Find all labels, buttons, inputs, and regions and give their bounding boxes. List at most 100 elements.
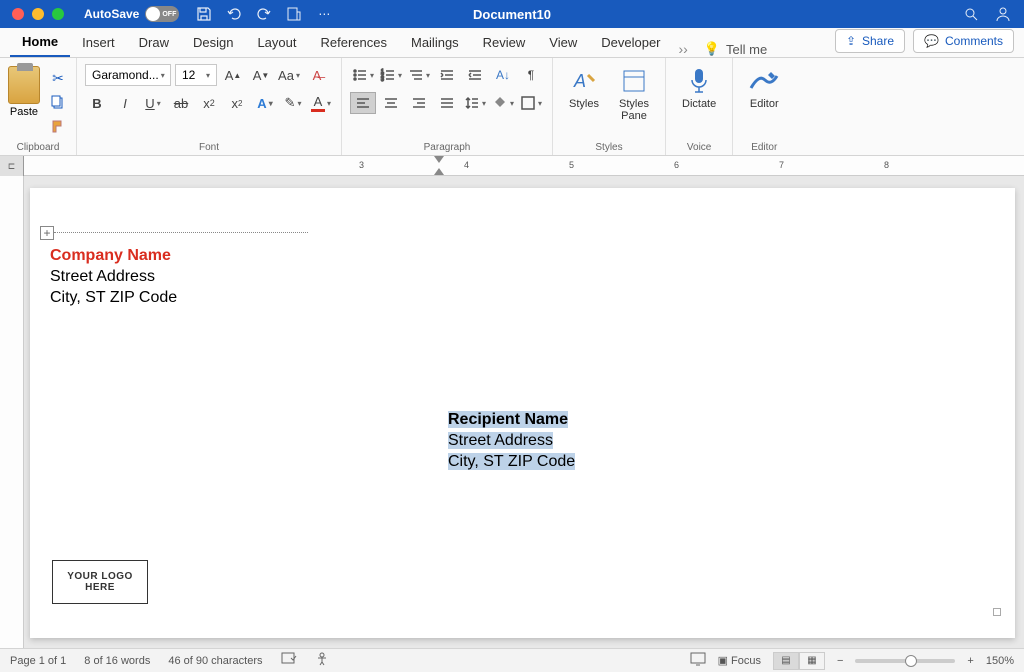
recipient-street[interactable]: Street Address xyxy=(448,432,553,449)
display-settings-icon[interactable] xyxy=(690,652,706,669)
close-window[interactable] xyxy=(12,8,24,20)
zoom-in-icon[interactable]: + xyxy=(967,655,973,667)
change-case-icon[interactable]: Aa▾ xyxy=(277,64,301,86)
save-icon[interactable] xyxy=(195,5,213,23)
quick-access-toolbar: ⋯ xyxy=(195,5,333,23)
sender-company[interactable]: Company Name xyxy=(50,246,177,267)
status-chars[interactable]: 46 of 90 characters xyxy=(168,655,262,667)
subscript-button[interactable]: x2 xyxy=(197,92,221,114)
tab-review[interactable]: Review xyxy=(471,28,538,57)
more-icon[interactable]: ⋯ xyxy=(315,5,333,23)
status-page[interactable]: Page 1 of 1 xyxy=(10,655,66,667)
italic-button[interactable]: I xyxy=(113,92,137,114)
align-left-icon[interactable] xyxy=(350,92,376,114)
spellcheck-icon[interactable] xyxy=(281,652,297,669)
first-line-indent-marker[interactable] xyxy=(434,156,444,163)
align-center-icon[interactable] xyxy=(378,92,404,114)
group-label: Voice xyxy=(666,142,732,153)
zoom-thumb[interactable] xyxy=(905,655,917,667)
font-color-icon[interactable]: A▾ xyxy=(309,92,333,114)
recipient-name[interactable]: Recipient Name xyxy=(448,411,568,428)
zoom-level[interactable]: 150% xyxy=(986,655,1014,667)
show-marks-icon[interactable]: ¶ xyxy=(518,64,544,86)
borders-icon[interactable]: ▾ xyxy=(518,92,544,114)
justify-icon[interactable] xyxy=(434,92,460,114)
maximize-window[interactable] xyxy=(52,8,64,20)
line-spacing-icon[interactable]: ▾ xyxy=(462,92,488,114)
tab-view[interactable]: View xyxy=(537,28,589,57)
copy-icon[interactable] xyxy=(48,92,68,112)
focus-button[interactable]: ▣ Focus xyxy=(718,654,761,667)
tab-overflow[interactable]: ›› xyxy=(673,41,694,57)
comments-button[interactable]: 💬 Comments xyxy=(913,29,1014,53)
font-name-select[interactable]: Garamond...▾ xyxy=(85,64,171,86)
styles-button[interactable]: A Styles xyxy=(561,62,607,114)
tab-insert[interactable]: Insert xyxy=(70,28,127,57)
superscript-button[interactable]: x2 xyxy=(225,92,249,114)
editor-button[interactable]: Editor xyxy=(741,62,787,114)
numbering-icon[interactable]: 123▾ xyxy=(378,64,404,86)
autosave[interactable]: AutoSave OFF xyxy=(84,6,179,22)
print-layout-view[interactable]: ▤ xyxy=(773,652,799,670)
recipient-city[interactable]: City, ST ZIP Code xyxy=(448,453,575,470)
account-icon[interactable] xyxy=(994,5,1012,23)
vertical-ruler[interactable] xyxy=(0,176,24,648)
share-button[interactable]: ⇪ Share xyxy=(835,29,905,53)
sender-block[interactable]: Company Name Street Address City, ST ZIP… xyxy=(50,246,177,308)
tab-mailings[interactable]: Mailings xyxy=(399,28,471,57)
bold-button[interactable]: B xyxy=(85,92,109,114)
sender-street[interactable]: Street Address xyxy=(50,267,177,288)
cut-icon[interactable]: ✂ xyxy=(48,68,68,88)
font-size-select[interactable]: 12▾ xyxy=(175,64,217,86)
grow-font-icon[interactable]: A▲ xyxy=(221,64,245,86)
ruler-tick: 4 xyxy=(464,160,469,170)
tab-draw[interactable]: Draw xyxy=(127,28,181,57)
dictate-button[interactable]: Dictate xyxy=(674,62,724,114)
tab-references[interactable]: References xyxy=(309,28,399,57)
sender-city[interactable]: City, ST ZIP Code xyxy=(50,288,177,309)
clear-format-icon[interactable]: A̶ xyxy=(305,64,329,86)
tab-developer[interactable]: Developer xyxy=(589,28,672,57)
strikethrough-button[interactable]: ab xyxy=(169,92,193,114)
ruler-scale[interactable]: 3 4 5 6 7 8 xyxy=(24,156,1024,176)
share-icon: ⇪ xyxy=(846,34,856,48)
tab-home[interactable]: Home xyxy=(10,28,70,57)
paste-button[interactable]: Paste xyxy=(8,62,40,118)
styles-pane-button[interactable]: Styles Pane xyxy=(611,62,657,126)
autosave-toggle[interactable]: OFF xyxy=(145,6,179,22)
section-end-marker xyxy=(993,608,1001,616)
shading-icon[interactable]: ▾ xyxy=(490,92,516,114)
status-words[interactable]: 8 of 16 words xyxy=(84,655,150,667)
highlight-icon[interactable]: ✎▾ xyxy=(281,92,305,114)
page[interactable]: + Company Name Street Address City, ST Z… xyxy=(30,188,1015,638)
titlebar: AutoSave OFF ⋯ Document10 xyxy=(0,0,1024,28)
increase-indent-icon[interactable] xyxy=(462,64,488,86)
zoom-slider[interactable] xyxy=(855,659,955,663)
shrink-font-icon[interactable]: A▼ xyxy=(249,64,273,86)
align-right-icon[interactable] xyxy=(406,92,432,114)
sort-icon[interactable]: A↓ xyxy=(490,64,516,86)
document-scroll[interactable]: + Company Name Street Address City, ST Z… xyxy=(24,176,1024,648)
text-effects-icon[interactable]: A▾ xyxy=(253,92,277,114)
table-anchor-icon[interactable]: + xyxy=(40,226,54,240)
format-painter-icon[interactable] xyxy=(48,116,68,136)
decrease-indent-icon[interactable] xyxy=(434,64,460,86)
template-icon[interactable] xyxy=(285,5,303,23)
logo-placeholder[interactable]: YOUR LOGO HERE xyxy=(52,560,148,604)
multilevel-list-icon[interactable]: ▾ xyxy=(406,64,432,86)
underline-button[interactable]: U▾ xyxy=(141,92,165,114)
horizontal-ruler[interactable]: ⊏ 3 4 5 6 7 8 xyxy=(0,156,1024,176)
minimize-window[interactable] xyxy=(32,8,44,20)
recipient-block[interactable]: Recipient Name Street Address City, ST Z… xyxy=(448,410,575,472)
bullets-icon[interactable]: ▾ xyxy=(350,64,376,86)
search-icon[interactable] xyxy=(962,5,980,23)
redo-icon[interactable] xyxy=(255,5,273,23)
tell-me[interactable]: 💡 Tell me xyxy=(694,41,777,57)
tab-design[interactable]: Design xyxy=(181,28,245,57)
web-layout-view[interactable]: ▦ xyxy=(799,652,825,670)
tab-layout[interactable]: Layout xyxy=(245,28,308,57)
undo-icon[interactable] xyxy=(225,5,243,23)
hanging-indent-marker[interactable] xyxy=(434,168,444,175)
zoom-out-icon[interactable]: − xyxy=(837,655,843,667)
accessibility-icon[interactable] xyxy=(315,652,329,669)
